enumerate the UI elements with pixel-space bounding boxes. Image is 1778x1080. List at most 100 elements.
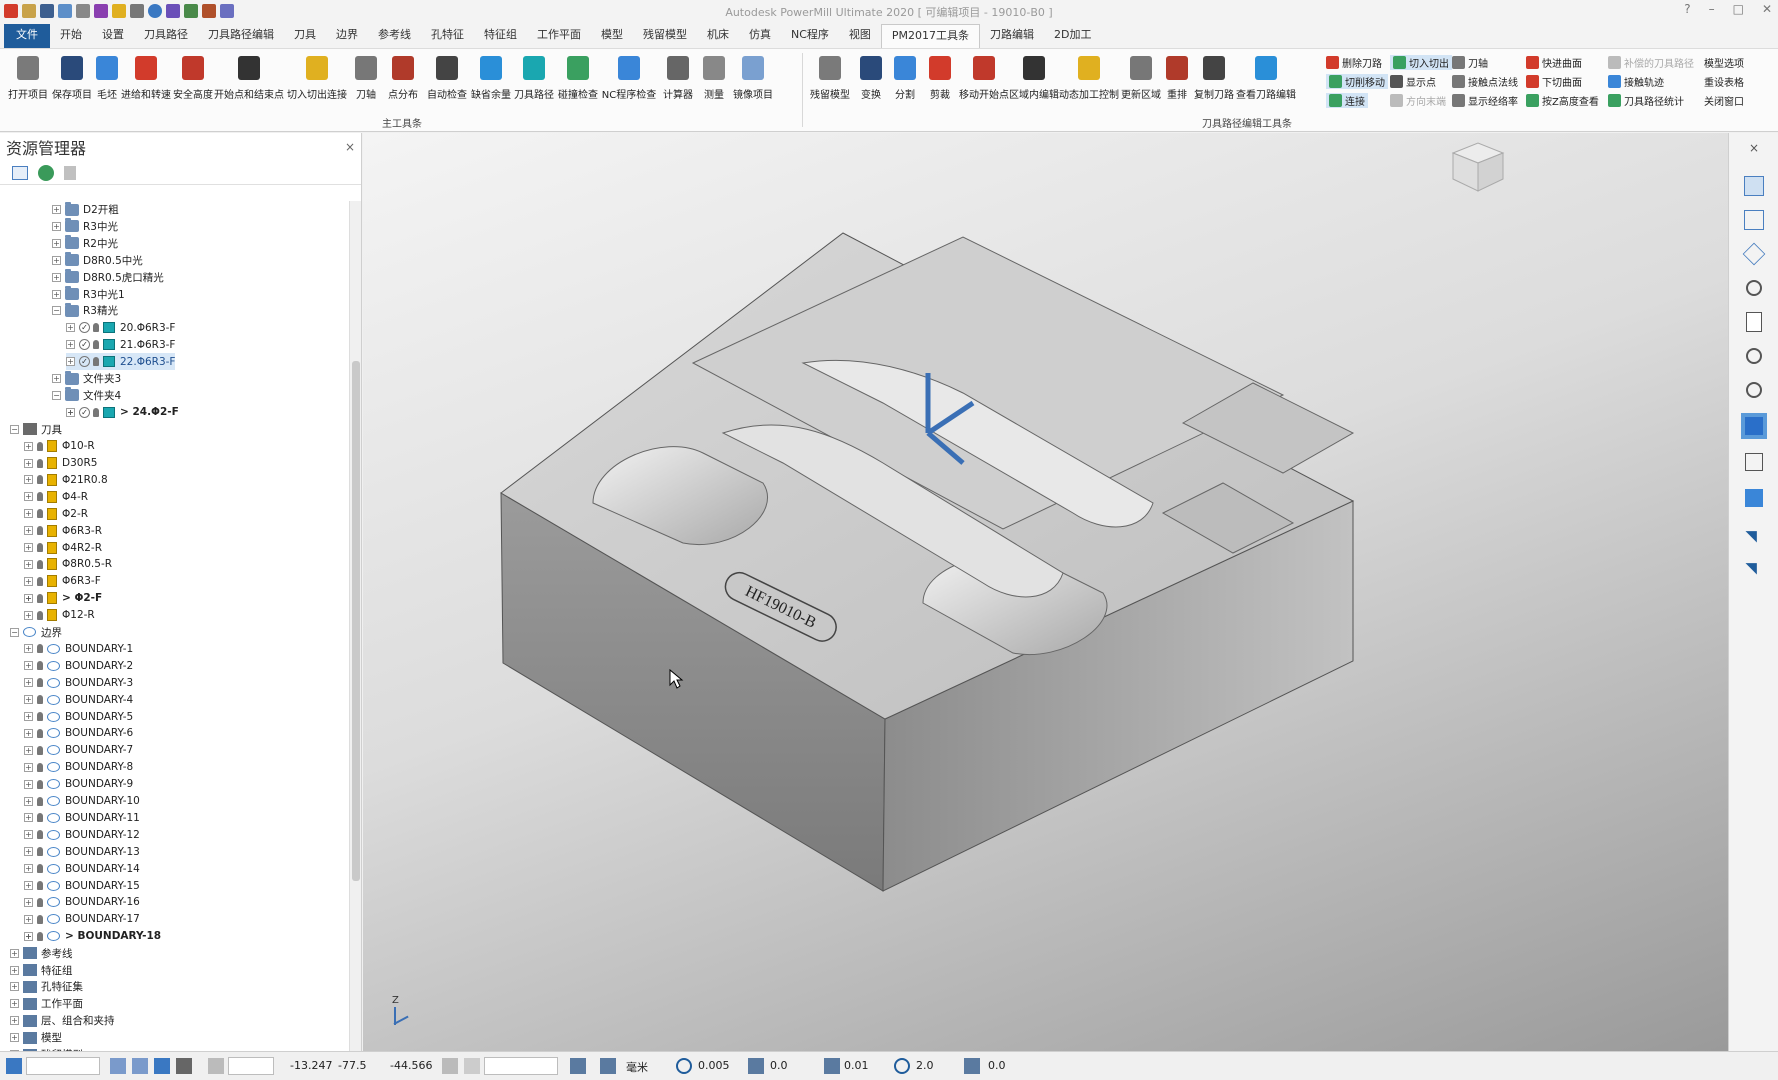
- expand-toggle-icon[interactable]: +: [24, 712, 33, 721]
- 3d-viewport[interactable]: HF19010-B Z: [363, 133, 1728, 1051]
- expand-toggle-icon[interactable]: −: [52, 390, 61, 400]
- tab-18[interactable]: 刀路编辑: [980, 24, 1044, 48]
- tree-item[interactable]: + BOUNDARY-14: [24, 860, 140, 877]
- visibility-bulb-icon[interactable]: [37, 931, 43, 941]
- view-cube-icon[interactable]: [1451, 142, 1505, 192]
- expand-toggle-icon[interactable]: +: [52, 205, 61, 214]
- visibility-bulb-icon[interactable]: [93, 357, 99, 367]
- tab-12[interactable]: 残留模型: [633, 24, 697, 48]
- minimize-icon[interactable]: –: [1709, 2, 1715, 16]
- main_buttons-button-7[interactable]: 刀轴: [350, 53, 382, 101]
- measure-input[interactable]: [484, 1057, 558, 1075]
- edit_buttons-button-7[interactable]: 更新区域: [1120, 53, 1162, 101]
- tree-item[interactable]: + BOUNDARY-12: [24, 826, 140, 843]
- main_buttons-button-12[interactable]: 碰撞检查: [556, 53, 600, 101]
- small_col2-button-2[interactable]: 方向末端: [1390, 93, 1446, 108]
- visibility-bulb-icon[interactable]: [37, 914, 43, 924]
- visibility-bulb-icon[interactable]: [37, 543, 43, 552]
- tab-5[interactable]: 刀具: [284, 24, 326, 48]
- visibility-bulb-icon[interactable]: [37, 559, 43, 569]
- globe-icon[interactable]: [38, 164, 54, 181]
- expand-toggle-icon[interactable]: +: [24, 559, 33, 569]
- tab-11[interactable]: 模型: [591, 24, 633, 48]
- tree-item[interactable]: + Φ4-R: [24, 488, 88, 505]
- visibility-bulb-icon[interactable]: [37, 661, 43, 671]
- expand-toggle-icon[interactable]: +: [24, 762, 33, 772]
- tab-7[interactable]: 参考线: [368, 24, 421, 48]
- tree-item[interactable]: + Φ8R0.5-R: [24, 556, 112, 573]
- trash-icon[interactable]: [64, 165, 76, 180]
- tree-item[interactable]: + 特征组: [10, 962, 73, 979]
- visibility-bulb-icon[interactable]: [37, 526, 43, 536]
- edit_buttons-button-8[interactable]: 重排: [1162, 53, 1192, 101]
- main_buttons-button-13[interactable]: NC程序检查: [600, 53, 658, 101]
- iso-view-icon[interactable]: [1741, 173, 1767, 199]
- bulb-icon[interactable]: [112, 4, 126, 18]
- tree-item[interactable]: + > BOUNDARY-18: [24, 928, 161, 945]
- tree-item[interactable]: + BOUNDARY-17: [24, 911, 140, 928]
- active-check-icon[interactable]: ✓: [79, 322, 90, 334]
- edit_buttons-button-10[interactable]: 查看刀路编辑: [1236, 53, 1296, 101]
- maximize-icon[interactable]: □: [1733, 2, 1744, 16]
- edit_buttons-button-0[interactable]: 残留模型: [806, 53, 854, 101]
- small_col6-button-2[interactable]: 关闭窗口: [1704, 93, 1744, 108]
- expand-toggle-icon[interactable]: +: [66, 340, 75, 350]
- active-check-icon[interactable]: ✓: [79, 356, 90, 368]
- save-icon[interactable]: [40, 4, 54, 18]
- ruler-icon[interactable]: [76, 4, 90, 18]
- expand-toggle-icon[interactable]: +: [10, 999, 19, 1009]
- small_col5-button-0[interactable]: 补偿的刀具路径: [1608, 55, 1694, 70]
- tree-item[interactable]: + ✓ 21.Φ6R3-F: [66, 336, 175, 353]
- tab-3[interactable]: 刀具路径: [134, 24, 198, 48]
- tree-item[interactable]: + ✓ 22.Φ6R3-F: [66, 353, 176, 371]
- expand-toggle-icon[interactable]: −: [52, 306, 61, 316]
- main_buttons-button-11[interactable]: 刀具路径: [512, 53, 556, 101]
- tree-item[interactable]: + R2中光: [52, 235, 118, 252]
- tree-item[interactable]: + > Φ2-F: [24, 590, 102, 607]
- main_buttons-button-16[interactable]: 镜像项目: [730, 53, 776, 101]
- tab-14[interactable]: 仿真: [739, 24, 781, 48]
- tab-13[interactable]: 机床: [697, 24, 739, 48]
- visibility-bulb-icon[interactable]: [37, 847, 43, 857]
- tree-item[interactable]: + BOUNDARY-5: [24, 708, 133, 725]
- workplane-icon[interactable]: [6, 1058, 22, 1074]
- tree-item[interactable]: + D8R0.5中光: [52, 252, 143, 269]
- small_col4-button-0[interactable]: 快进曲面: [1526, 55, 1582, 70]
- visibility-bulb-icon[interactable]: [37, 897, 43, 907]
- tool-icon[interactable]: [94, 4, 108, 18]
- visibility-bulb-icon[interactable]: [37, 593, 43, 603]
- expand-toggle-icon[interactable]: +: [24, 881, 33, 890]
- expand-toggle-icon[interactable]: +: [24, 830, 33, 840]
- solid-view-icon[interactable]: [1741, 485, 1767, 511]
- tab-4[interactable]: 刀具路径编辑: [198, 24, 284, 48]
- tree-item[interactable]: + Φ6R3-R: [24, 522, 102, 539]
- visibility-bulb-icon[interactable]: [93, 407, 99, 417]
- main_buttons-button-5[interactable]: 开始点和结束点: [214, 53, 284, 101]
- expand-toggle-icon[interactable]: +: [24, 847, 33, 857]
- expand-toggle-icon[interactable]: +: [24, 610, 33, 620]
- expand-toggle-icon[interactable]: +: [24, 458, 33, 468]
- tree-item[interactable]: + BOUNDARY-16: [24, 894, 140, 911]
- zoom-box-icon[interactable]: [1741, 377, 1767, 403]
- tree-item[interactable]: + BOUNDARY-15: [24, 877, 140, 894]
- expand-toggle-icon[interactable]: +: [10, 965, 19, 975]
- visibility-bulb-icon[interactable]: [37, 779, 43, 789]
- visibility-bulb-icon[interactable]: [37, 458, 43, 468]
- tree-item[interactable]: + 层、组合和夹持: [10, 1012, 115, 1029]
- expand-toggle-icon[interactable]: +: [52, 221, 61, 231]
- small_col1-button-0[interactable]: 删除刀路: [1326, 55, 1382, 70]
- main_buttons-button-4[interactable]: 安全高度: [172, 53, 214, 101]
- small_col4-button-2[interactable]: 按Z高度查看: [1526, 93, 1599, 108]
- expand-toggle-icon[interactable]: +: [24, 728, 33, 738]
- main_buttons-button-9[interactable]: 自动检查: [424, 53, 470, 101]
- tab-6[interactable]: 边界: [326, 24, 368, 48]
- main_buttons-button-0[interactable]: 打开项目: [6, 53, 50, 101]
- tree-item[interactable]: + 模型: [10, 1029, 62, 1046]
- sphere-icon[interactable]: [148, 4, 162, 18]
- tree-item[interactable]: + D30R5: [24, 455, 97, 472]
- tree-item[interactable]: − 文件夹4: [52, 387, 121, 404]
- undo-select-icon[interactable]: [1741, 553, 1767, 579]
- main_buttons-button-10[interactable]: 缺省余量: [470, 53, 512, 101]
- visibility-bulb-icon[interactable]: [37, 509, 43, 519]
- tab-19[interactable]: 2D加工: [1044, 24, 1101, 48]
